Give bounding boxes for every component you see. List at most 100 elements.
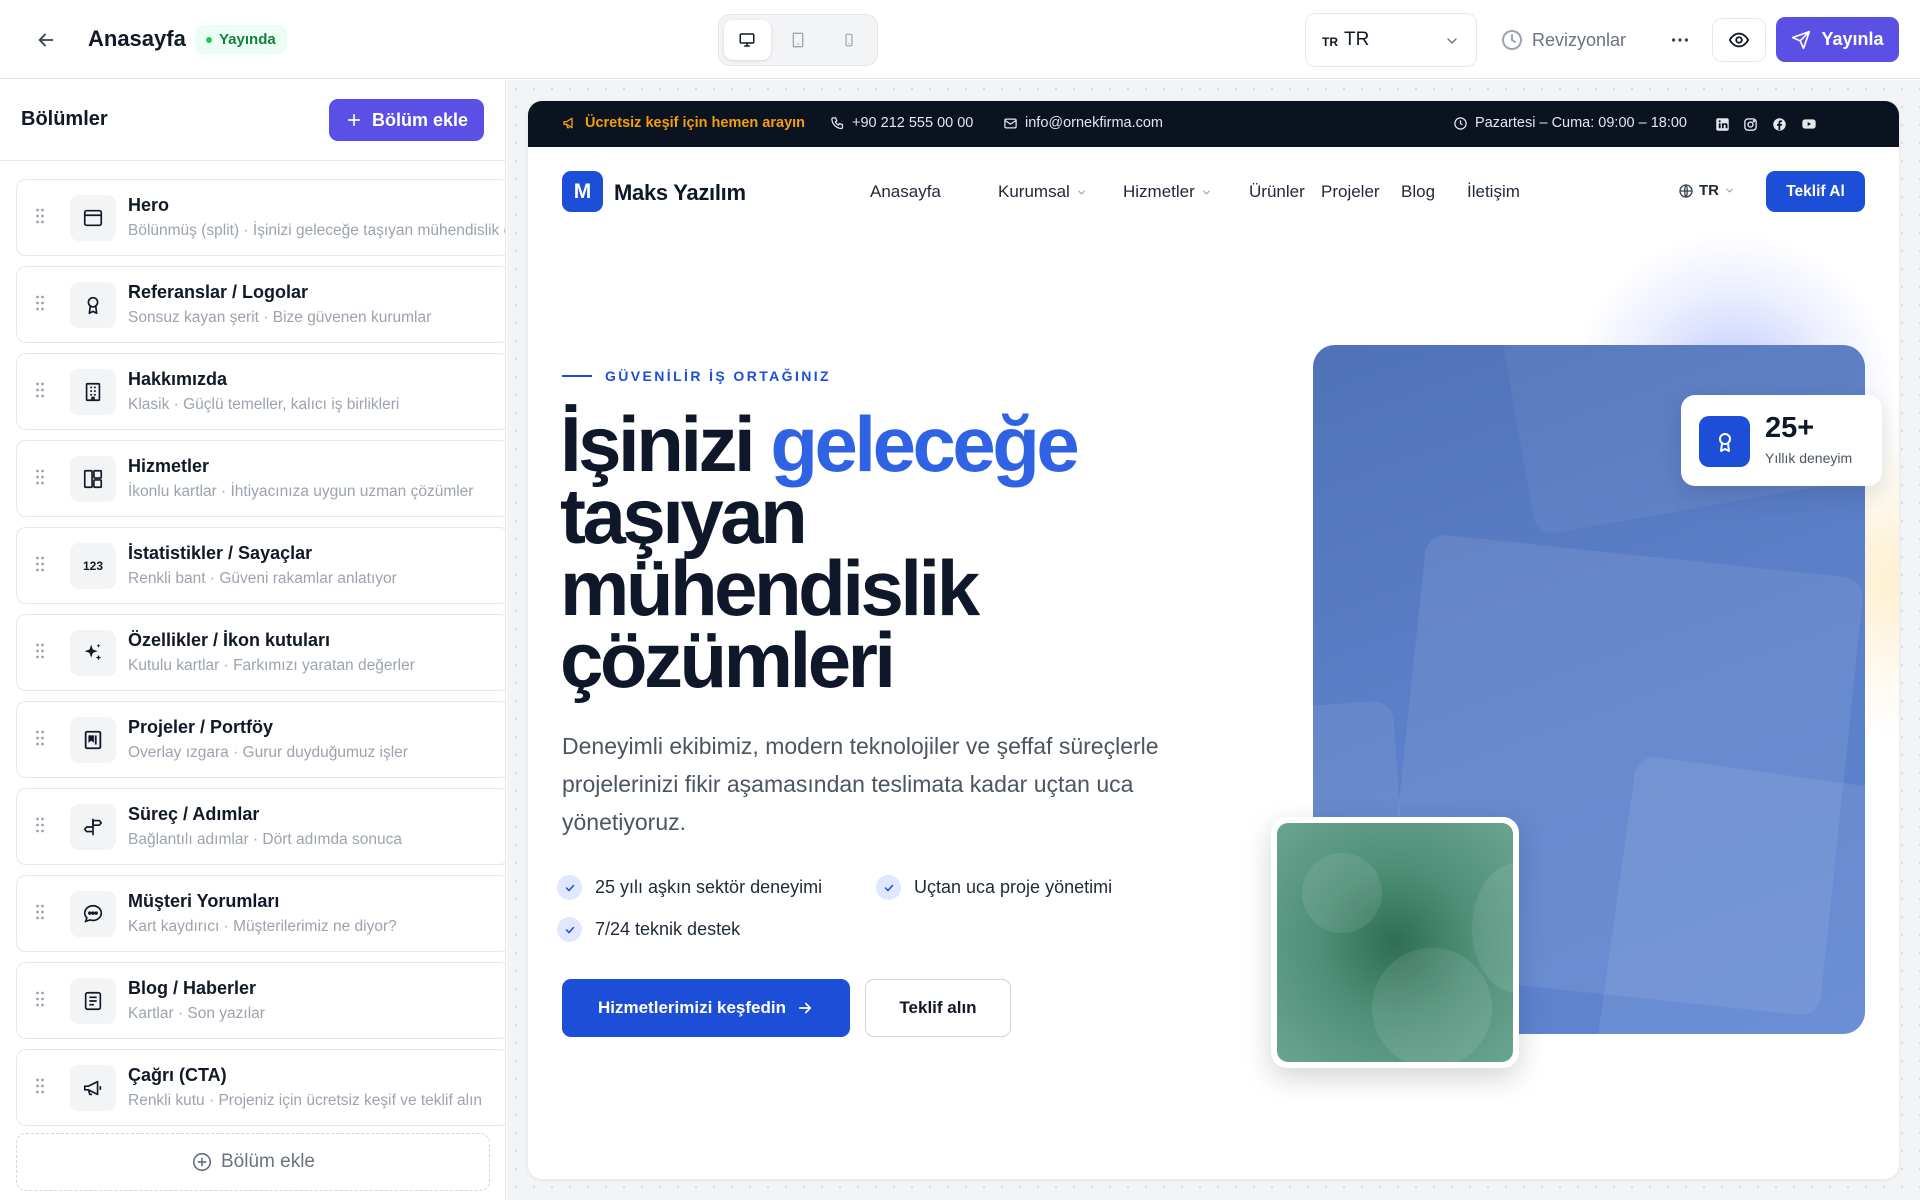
facebook-link[interactable] (1768, 113, 1790, 135)
section-subtitle: Overlay ızgara · Gurur duyduğumuz işler (128, 744, 408, 761)
section-item[interactable]: Müşteri Yorumları Kart kaydırıcı · Müşter… (16, 875, 505, 952)
revisions-button[interactable]: Revizyonlar (1500, 24, 1626, 56)
drag-handle-icon[interactable] (35, 381, 45, 404)
section-item[interactable]: Özellikler / İkon kutuları Kutulu kartlar… (16, 614, 505, 691)
back-button[interactable] (28, 24, 64, 56)
language-value: TR (1344, 29, 1370, 50)
site-language-switch[interactable]: TR (1678, 182, 1735, 199)
announce-cta[interactable]: Ücretsiz keşif için hemen arayın (562, 115, 805, 131)
more-options-button[interactable] (1662, 24, 1698, 56)
award-icon (1718, 432, 1731, 452)
drag-handle-icon[interactable] (35, 1077, 45, 1100)
drag-handle-icon[interactable] (35, 468, 45, 491)
nav-link[interactable]: İletişim (1467, 182, 1520, 202)
section-list: Hero Bölünmüş (split) · İşinizi geleceğe … (16, 179, 505, 1136)
check-icon-circle (876, 875, 901, 900)
section-item[interactable]: Referanslar / Logolar Sonsuz kayan şerit … (16, 266, 505, 343)
add-section-button[interactable]: Bölüm ekle (329, 99, 484, 141)
hero-check-item: 7/24 teknik destek (557, 917, 740, 942)
mobile-view-button[interactable] (825, 20, 872, 60)
add-section-bottom-button[interactable]: Bölüm ekle (16, 1133, 490, 1191)
hero-title: İşinizi geleceğe taşıyan mühendislik çöz… (560, 405, 1080, 699)
revisions-label: Revizyonlar (1532, 29, 1627, 50)
section-title: Hakkımızda (128, 369, 228, 389)
nav-link[interactable]: Anasayfa (870, 182, 941, 202)
tablet-view-button[interactable] (775, 20, 822, 60)
drag-handle-icon[interactable] (35, 555, 45, 578)
drag-handle-icon[interactable] (35, 816, 45, 839)
instagram-link[interactable] (1739, 113, 1761, 135)
get-offer-button[interactable]: Teklif alın (865, 979, 1011, 1037)
section-item[interactable]: Hizmetler İkonlu kartlar · İhtiyacınıza u… (16, 440, 505, 517)
section-item[interactable]: Hakkımızda Klasik · Güçlü temeller, kalıc… (16, 353, 505, 430)
section-item[interactable]: Blog / Haberler Kartlar · Son yazılar (16, 962, 505, 1039)
section-item[interactable]: Projeler / Portföy Overlay ızgara · Gurur… (16, 701, 505, 778)
clock-icon (1502, 30, 1522, 50)
nav-link[interactable]: Kurumsal (998, 182, 1087, 202)
drag-handle-icon[interactable] (35, 729, 45, 752)
get-quote-button[interactable]: Teklif Al (1766, 171, 1865, 212)
section-icon-box (70, 195, 116, 241)
drag-handle-icon[interactable] (35, 294, 45, 317)
section-title: Hero (128, 195, 170, 215)
status-label: Yayında (219, 31, 276, 48)
send-icon (1792, 30, 1811, 49)
section-subtitle: Bağlantılı adımlar · Dört adımda sonuca (128, 831, 402, 848)
logo-mark[interactable]: M (562, 171, 603, 212)
hero-check-text: Uçtan uca proje yönetimi (914, 877, 1113, 897)
drag-handle-icon[interactable] (35, 903, 45, 926)
drag-handle-icon[interactable] (35, 990, 45, 1013)
explore-services-label: Hizmetlerimizi keşfedin (597, 998, 786, 1017)
linkedin-link[interactable] (1711, 113, 1733, 135)
sidebar-header: Bölümler Bölüm ekle (0, 80, 505, 161)
desktop-view-button[interactable] (724, 20, 771, 60)
check-icon-circle (557, 875, 582, 900)
nav-link[interactable]: Ürünler (1249, 182, 1305, 202)
section-icon-box: 123 (70, 543, 116, 589)
globe-icon (1679, 183, 1693, 198)
facebook-icon (1772, 117, 1786, 131)
language-select[interactable]: TR TR (1305, 13, 1477, 67)
chevron-down-icon (1077, 190, 1085, 195)
experience-label: Yıllık deneyim (1765, 450, 1853, 466)
hero-title-line: taşıyan (560, 472, 808, 560)
youtube-link[interactable] (1798, 113, 1820, 135)
youtube-icon (1802, 119, 1816, 129)
section-subtitle: Bölünmüş (split) · İşinizi geleceğe taşı… (128, 222, 505, 239)
section-icon-box (70, 891, 116, 937)
explore-services-button[interactable]: Hizmetlerimizi keşfedin (562, 979, 850, 1037)
sparkles-icon (82, 642, 104, 664)
nav-link[interactable]: Hizmetler (1123, 182, 1212, 202)
section-item[interactable]: Hero Bölünmüş (split) · İşinizi geleceğe … (16, 179, 505, 256)
eyebrow-text: GÜVENİLİR İŞ ORTAĞINIZ (605, 368, 831, 384)
section-item[interactable]: 123 İstatistikler / Sayaçlar Renkli bant ·… (16, 527, 505, 604)
preview-button[interactable] (1712, 18, 1766, 62)
megaphone-icon (563, 117, 573, 129)
check-icon (884, 884, 893, 892)
announce-email[interactable]: info@ornekfirma.com (1003, 115, 1163, 131)
editor-topbar: Anasayfa Yayında TR TR Revizyonlar Yayın… (0, 0, 1920, 79)
announce-phone[interactable]: +90 212 555 00 00 (830, 115, 973, 131)
hero-title-line: İşinizi geleceğe (560, 405, 1080, 483)
publish-label: Yayınla (1821, 29, 1884, 49)
plus-icon (347, 113, 361, 127)
announce-hours-text: Pazartesi – Cuma: 09:00 – 18:00 (1475, 115, 1687, 131)
arrow-left-icon (38, 33, 54, 47)
logo-text[interactable]: Maks Yazılım (614, 180, 746, 206)
layout-icon (82, 207, 104, 229)
nav-link-label: Projeler (1321, 182, 1380, 201)
publish-button[interactable]: Yayınla (1776, 17, 1899, 62)
hero-title-line: mühendislik (560, 544, 980, 632)
section-title: Müşteri Yorumları (128, 891, 280, 911)
nav-link[interactable]: Blog (1401, 182, 1435, 202)
section-item[interactable]: Çağrı (CTA) Renkli kutu · Projeniz için ü… (16, 1049, 505, 1126)
drag-handle-icon[interactable] (35, 642, 45, 665)
linkedin-icon (1715, 117, 1729, 131)
drag-handle-icon[interactable] (35, 207, 45, 230)
chevron-down-icon (1202, 190, 1210, 195)
section-item[interactable]: Süreç / Adımlar Bağlantılı adımlar · Dört… (16, 788, 505, 865)
nav-link-label: İletişim (1467, 182, 1520, 201)
nav-link[interactable]: Projeler (1321, 182, 1380, 202)
site-navbar: M Maks Yazılım Anasayfa Kurumsal Hizmetler… (528, 147, 1899, 237)
device-switcher (718, 14, 878, 66)
